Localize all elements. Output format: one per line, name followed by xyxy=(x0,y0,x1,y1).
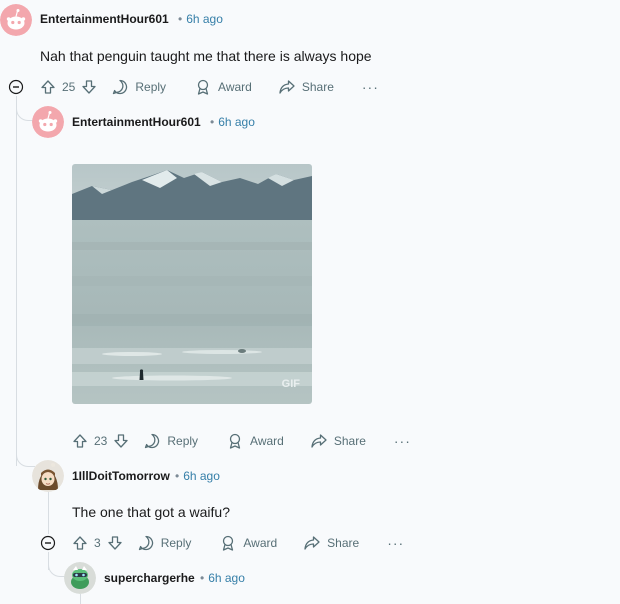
downvote-button[interactable] xyxy=(113,433,129,449)
award-button[interactable]: Award xyxy=(219,534,277,552)
share-icon xyxy=(311,434,327,448)
anime-avatar-icon xyxy=(32,460,64,492)
upvote-button[interactable] xyxy=(72,535,88,551)
reply-label: Reply xyxy=(167,434,199,448)
reply-button[interactable]: Reply xyxy=(137,534,192,552)
share-button[interactable]: Share xyxy=(310,432,366,450)
gif-badge: GIF xyxy=(281,378,300,390)
more-options-button[interactable]: ··· xyxy=(362,79,379,95)
comment-timestamp[interactable]: • 6h ago xyxy=(178,12,223,26)
upvote-icon xyxy=(41,80,55,94)
downvote-button[interactable] xyxy=(81,79,97,95)
award-label: Award xyxy=(218,80,252,94)
reply-bubble-icon xyxy=(145,433,160,449)
thread-connector xyxy=(16,96,33,121)
more-options-button[interactable]: ··· xyxy=(394,433,411,449)
timestamp-text: 6h ago xyxy=(208,571,245,585)
share-label: Share xyxy=(333,434,366,448)
share-icon xyxy=(304,536,320,550)
thread-line xyxy=(80,594,81,604)
gif-media[interactable]: GIF xyxy=(72,164,312,404)
upvote-button[interactable] xyxy=(40,79,56,95)
award-icon xyxy=(229,433,241,449)
vote-score: 23 xyxy=(94,434,108,448)
upvote-icon xyxy=(73,536,87,550)
award-icon xyxy=(197,79,209,95)
share-icon xyxy=(279,80,295,94)
timestamp-text: 6h ago xyxy=(186,12,223,26)
award-button[interactable]: Award xyxy=(194,78,252,96)
collapse-thread-button[interactable] xyxy=(40,535,56,551)
comment-timestamp[interactable]: • 6h ago xyxy=(175,469,220,483)
avatar[interactable] xyxy=(32,460,64,492)
timestamp-text: 6h ago xyxy=(183,469,220,483)
gif-image xyxy=(72,164,312,404)
thread-connector xyxy=(16,440,35,467)
award-button[interactable]: Award xyxy=(226,432,284,450)
collapse-thread-button[interactable] xyxy=(8,79,24,95)
reply-button[interactable]: Reply xyxy=(143,432,198,450)
comment-body: The one that got a waifu? xyxy=(72,504,230,520)
share-label: Share xyxy=(301,80,334,94)
comment-actions: 23 Reply Award Share ··· xyxy=(72,429,411,453)
snoo-avatar-icon xyxy=(0,4,32,36)
upvote-button[interactable] xyxy=(72,433,88,449)
award-label: Award xyxy=(243,536,278,550)
share-button[interactable]: Share xyxy=(303,534,359,552)
collapse-icon xyxy=(8,79,24,95)
comment-author[interactable]: 1IllDoitTomorrow xyxy=(72,469,170,483)
vote-score: 3 xyxy=(94,536,101,550)
snoo-avatar-icon xyxy=(64,562,96,594)
thread-line xyxy=(16,96,17,466)
reply-button[interactable]: Reply xyxy=(111,78,166,96)
share-label: Share xyxy=(327,536,360,550)
downvote-button[interactable] xyxy=(107,535,123,551)
reply-bubble-icon xyxy=(138,535,153,551)
timestamp-text: 6h ago xyxy=(218,115,255,129)
comment-body: Nah that penguin taught me that there is… xyxy=(40,48,372,64)
downvote-icon xyxy=(108,536,122,550)
collapse-icon xyxy=(40,535,56,551)
upvote-icon xyxy=(73,434,87,448)
comment-actions: 3 Reply Award Share ··· xyxy=(72,531,404,555)
downvote-icon xyxy=(82,80,97,94)
vote-score: 25 xyxy=(62,80,76,94)
reply-label: Reply xyxy=(160,536,192,550)
snoo-avatar-icon xyxy=(32,106,64,138)
avatar[interactable] xyxy=(32,106,64,138)
award-icon xyxy=(223,535,234,551)
comment-author[interactable]: EntertainmentHour601 xyxy=(40,12,169,26)
downvote-icon xyxy=(114,434,129,448)
reply-label: Reply xyxy=(135,80,167,94)
more-options-button[interactable]: ··· xyxy=(387,535,404,551)
comment-author[interactable]: EntertainmentHour601 xyxy=(72,115,201,129)
share-button[interactable]: Share xyxy=(278,78,334,96)
thread-connector xyxy=(48,552,65,577)
avatar[interactable] xyxy=(0,4,32,36)
avatar[interactable] xyxy=(64,562,96,594)
thread-line xyxy=(48,492,49,534)
comment-timestamp[interactable]: • 6h ago xyxy=(200,571,245,585)
comment-author[interactable]: superchargerhe xyxy=(104,571,195,585)
comment-timestamp[interactable]: • 6h ago xyxy=(210,115,255,129)
award-label: Award xyxy=(250,434,284,448)
comment-actions: 25 Reply Award Share ··· xyxy=(40,75,379,99)
reply-bubble-icon xyxy=(113,79,128,95)
